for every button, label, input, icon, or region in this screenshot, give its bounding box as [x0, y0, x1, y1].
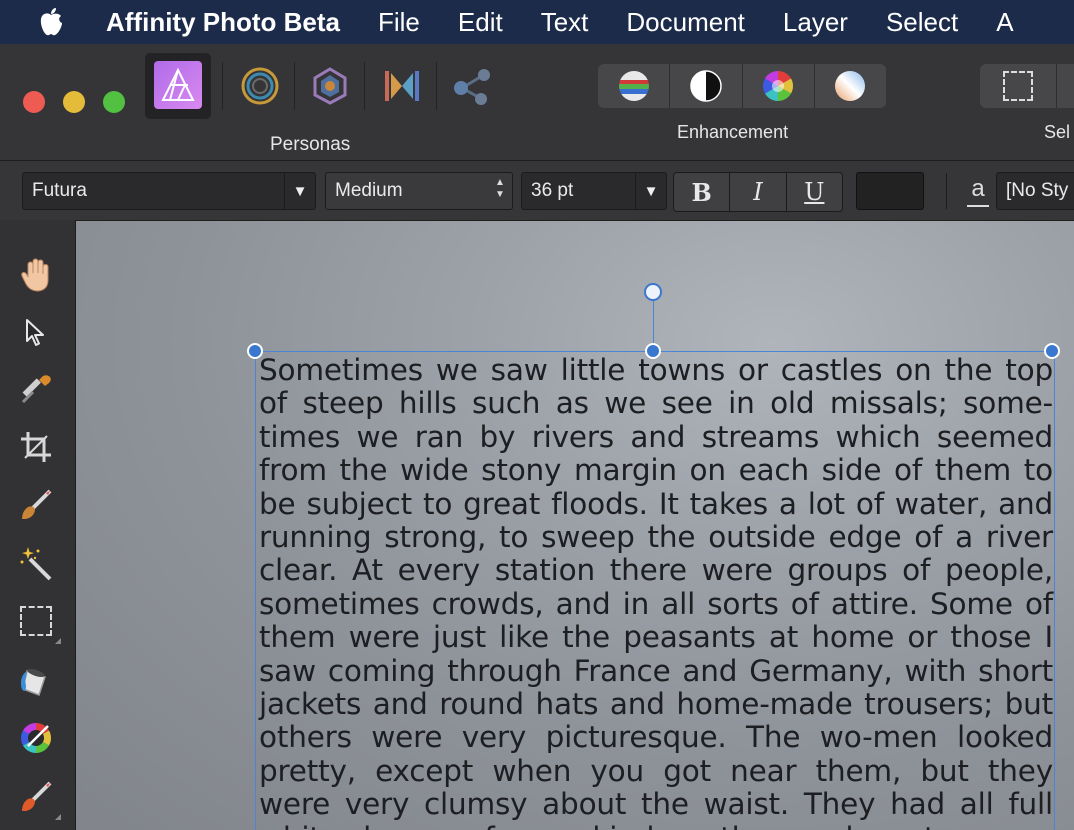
brightness-contrast-icon	[690, 70, 722, 102]
apple-icon[interactable]	[38, 7, 64, 37]
rotation-handle[interactable]	[644, 283, 662, 301]
font-family-value: Futura	[32, 180, 87, 201]
menu-text[interactable]: Text	[541, 7, 589, 38]
frame-text-body[interactable]: Sometimes we saw little towns or castles…	[259, 353, 1053, 830]
italic-button[interactable]: I	[730, 173, 787, 211]
move-tool-button[interactable]	[15, 311, 57, 353]
resize-handle-top-right[interactable]	[1044, 343, 1060, 359]
font-weight-dropdown[interactable]: Medium ▲ ▼	[325, 172, 513, 210]
close-window-button[interactable]	[23, 91, 45, 113]
menu-edit[interactable]: Edit	[458, 7, 503, 38]
text-style-icon: a	[967, 177, 989, 207]
up-down-arrows-icon: ▲ ▼	[495, 177, 505, 200]
color-picker-tool-button[interactable]	[15, 368, 57, 410]
text-format-button-group: B I U	[673, 172, 843, 212]
menu-select[interactable]: Select	[886, 7, 958, 38]
font-family-dropdown[interactable]: Futura ▼	[22, 172, 316, 210]
selection-button-group	[980, 64, 1074, 108]
persona-tone-mapping-button[interactable]	[378, 61, 426, 111]
text-style-value: [No Sty	[1006, 180, 1069, 201]
levels-icon	[618, 71, 649, 101]
hsl-button[interactable]	[743, 64, 815, 108]
view-hand-tool-icon	[21, 258, 49, 292]
paint-brush-tool-icon	[22, 781, 52, 811]
tone-mapping-persona-icon	[385, 71, 419, 101]
main-toolbar: Personas Enhancement Sel	[0, 44, 1074, 161]
crop-tool-icon	[21, 432, 51, 462]
enhancement-button-group	[598, 64, 886, 108]
enhancement-label: Enhancement	[677, 122, 789, 142]
persona-export-button[interactable]	[448, 61, 496, 111]
font-size-value: 36 pt	[531, 180, 574, 201]
selection-brush-tool-icon	[22, 489, 52, 519]
menu-file[interactable]: File	[378, 7, 420, 38]
brightness-contrast-button[interactable]	[670, 64, 743, 108]
context-toolbar: Futura ▼ Medium ▲ ▼ 36 pt ▼ B I U a [No S…	[0, 161, 1074, 221]
zoom-window-button[interactable]	[103, 91, 125, 113]
toolbar-separator	[436, 62, 437, 110]
gradient-tool-button[interactable]	[15, 717, 57, 759]
color-picker-tool-icon	[21, 375, 51, 404]
underline-button[interactable]: U	[787, 173, 842, 211]
flood-fill-tool-icon	[21, 669, 46, 696]
minimize-window-button[interactable]	[63, 91, 85, 113]
resize-handle-top-center[interactable]	[645, 343, 661, 359]
persona-develop-button[interactable]	[306, 61, 354, 111]
menu-arrange[interactable]: A	[996, 7, 1013, 38]
marquee-select-icon	[1003, 71, 1033, 101]
text-color-well[interactable]	[856, 172, 924, 210]
flyout-indicator-icon	[55, 638, 61, 644]
hsl-icon	[763, 71, 794, 101]
select-label: Sel	[1044, 122, 1071, 142]
white-balance-button[interactable]	[815, 64, 886, 108]
gradient-tool-icon	[20, 723, 52, 753]
develop-persona-icon	[313, 67, 347, 105]
magic-wand-tool-button[interactable]	[15, 542, 57, 584]
font-size-field[interactable]: 36 pt ▼	[521, 172, 667, 210]
document-canvas[interactable]: Sometimes we saw little towns or castles…	[76, 221, 1074, 830]
export-persona-icon	[454, 69, 490, 105]
personas-label: Personas	[270, 134, 351, 155]
white-balance-icon	[835, 71, 866, 101]
selection-brush-tool-button[interactable]	[15, 484, 57, 526]
persona-photo-button[interactable]	[145, 53, 211, 119]
select-all-button[interactable]	[980, 64, 1057, 108]
tools-panel	[0, 220, 76, 830]
crop-tool-button[interactable]	[15, 426, 57, 468]
menu-document[interactable]: Document	[626, 7, 745, 38]
resize-handle-top-left[interactable]	[247, 343, 263, 359]
paint-brush-tool-button[interactable]	[15, 776, 61, 820]
app-name-menu[interactable]: Affinity Photo Beta	[106, 7, 340, 38]
flood-fill-tool-button[interactable]	[15, 659, 57, 701]
move-tool-icon	[26, 319, 44, 346]
chevron-down-icon: ▼	[635, 173, 666, 209]
bold-button[interactable]: B	[674, 173, 731, 211]
magic-wand-tool-icon	[20, 547, 52, 581]
flyout-indicator-icon	[55, 814, 61, 820]
photo-persona-icon	[154, 61, 202, 109]
view-hand-tool-button[interactable]	[15, 254, 57, 296]
menu-layer[interactable]: Layer	[783, 7, 848, 38]
toolbar-separator	[364, 62, 365, 110]
liquify-persona-icon	[241, 67, 279, 105]
toolbar-separator	[222, 62, 223, 110]
menu-bar: Affinity Photo Beta File Edit Text Docum…	[0, 0, 1074, 44]
font-weight-value: Medium	[335, 180, 403, 201]
toolbar-separator	[946, 173, 947, 209]
toolbar-separator	[294, 62, 295, 110]
chevron-down-icon: ▼	[284, 173, 315, 209]
text-style-dropdown[interactable]: [No Sty	[996, 172, 1074, 210]
persona-liquify-button[interactable]	[236, 61, 284, 111]
rectangular-marquee-tool-button[interactable]	[15, 600, 61, 644]
levels-button[interactable]	[598, 64, 671, 108]
rectangular-marquee-tool-icon	[20, 606, 52, 636]
text-frame[interactable]: Sometimes we saw little towns or castles…	[255, 351, 1055, 830]
